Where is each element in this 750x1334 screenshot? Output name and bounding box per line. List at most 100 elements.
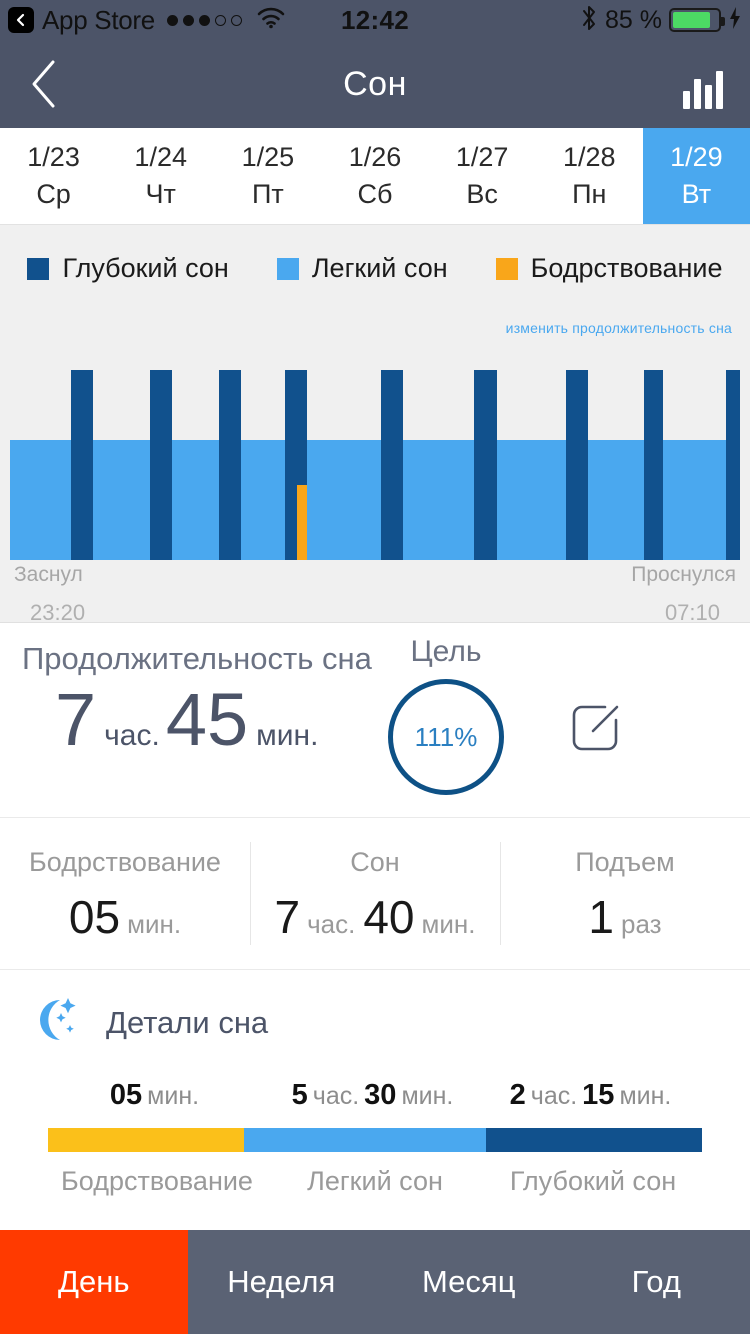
detail-value-2: 2 час. 15 мин. — [484, 1079, 702, 1112]
sleep-duration-value: 7 час. 45 мин. — [55, 683, 324, 757]
chart-axis-labels: Заснул Проснулся — [0, 563, 750, 587]
battery-icon — [669, 8, 725, 32]
date-cell-1-26[interactable]: 1/26 Сб — [321, 128, 428, 224]
goal-title: Цель — [410, 635, 482, 668]
detail-legend-label-1: Легкий сон — [307, 1166, 443, 1196]
sleep-stats-row: Бодрствование 05 мин. Сон 7 час. 40 мин. Подъем 1… — [0, 818, 750, 970]
page-title: Сон — [343, 64, 407, 103]
stat-0: Бодрствование 05 мин. — [0, 818, 250, 969]
status-bar: App Store 12:42 85 % — [0, 0, 750, 40]
stat-1: Сон 7 час. 40 мин. — [250, 818, 500, 969]
sleep-duration-block: Продолжительность сна 7 час. 45 мин. Цел… — [0, 623, 750, 818]
tab-год[interactable]: Год — [563, 1230, 750, 1334]
fell-asleep-label: Заснул — [14, 563, 83, 586]
chart-segment-легкий-сон-0 — [10, 440, 71, 560]
goal-widget: Цель 111% — [388, 635, 504, 795]
legend-label: Глубокий сон — [62, 253, 229, 283]
date-cell-1-25[interactable]: 1/25 Пт — [214, 128, 321, 224]
edit-pencil-icon[interactable] — [565, 698, 625, 763]
sleep-chart-panel: Глубокий сон Легкий сон Бодрствование изме… — [0, 225, 750, 625]
stat-label: Подъем — [575, 847, 675, 877]
weekday-label: Ср — [36, 179, 71, 209]
sleep-composition-bar — [48, 1128, 702, 1152]
chart-segment-глубокий-сон-5 — [474, 370, 497, 560]
stat-value-hours: 7 — [274, 891, 301, 943]
period-tab-bar[interactable]: День Неделя Месяц Год — [0, 1230, 750, 1334]
date-cell-1-24[interactable]: 1/24 Чт — [107, 128, 214, 224]
edit-sleep-duration-link[interactable]: изменить продолжительность сна — [506, 320, 732, 336]
weekday-label: Пт — [251, 179, 284, 209]
chart-segment-глубокий-сон-7 — [644, 370, 663, 560]
tab-день[interactable]: День — [0, 1230, 188, 1334]
detail-value-0: 05 мин. — [48, 1079, 266, 1112]
date-cell-1-27[interactable]: 1/27 Вс — [429, 128, 536, 224]
duration-minutes-unit: мин. — [256, 719, 319, 752]
composition-segment-2 — [486, 1128, 702, 1152]
chart-segment-глубокий-сон-4 — [381, 370, 403, 560]
bar-chart-icon[interactable] — [678, 59, 728, 109]
stat-unit: раз — [621, 909, 662, 939]
stat-value: 05 — [68, 891, 121, 943]
detail-minutes-unit: мин. — [401, 1082, 454, 1110]
battery-percent-label: 85 % — [605, 5, 662, 34]
legend-label: Бодрствование — [530, 253, 723, 283]
weekday-label: Сб — [357, 179, 393, 209]
composition-segment-0 — [48, 1128, 245, 1152]
crescent-moon-stars-icon — [28, 992, 84, 1053]
composition-segment-1 — [244, 1128, 487, 1152]
date-cell-1-23[interactable]: 1/23 Ср — [0, 128, 107, 224]
sleep-details-legend: Бодрствование Легкий сон Глубокий сон — [0, 1166, 750, 1197]
detail-hours-unit: час. — [312, 1082, 360, 1110]
chart-segment-легкий-сон-1 — [93, 440, 150, 560]
detail-hours: 2 — [509, 1079, 526, 1111]
date-cell-1-29[interactable]: 1/29 Вт — [642, 128, 750, 224]
stat-value: 1 — [588, 891, 615, 943]
chart-segment-глубокий-сон-8 — [726, 370, 740, 560]
legend-swatch-icon — [27, 257, 50, 280]
stat-value-minutes: 40 — [363, 891, 415, 943]
stat-value-group: 7 час. 40 мин. — [275, 894, 476, 940]
chart-segment-легкий-сон-7 — [588, 440, 644, 560]
chart-segment-легкий-сон-8 — [663, 440, 726, 560]
legend-item-2: Бодрствование — [495, 253, 723, 284]
chart-segment-легкий-сон-6 — [497, 440, 566, 560]
goal-percent-value: 111% — [414, 721, 478, 752]
date-cell-1-28[interactable]: 1/28 Пн — [536, 128, 643, 224]
tab-месяц[interactable]: Месяц — [375, 1230, 563, 1334]
detail-minutes: 05 — [109, 1079, 143, 1111]
stat-label: Сон — [350, 847, 400, 877]
weekday-label: Пн — [572, 179, 607, 209]
stat-label: Бодрствование — [29, 847, 221, 877]
chart-segment-глубокий-сон-1 — [150, 370, 172, 560]
status-bar-right: 85 % — [580, 4, 742, 37]
chart-segment-бодрствование-0 — [297, 485, 307, 560]
lightning-bolt-icon — [728, 6, 742, 35]
bluetooth-icon — [580, 4, 598, 37]
date-label: 1/25 — [241, 142, 295, 172]
detail-minutes: 30 — [364, 1079, 397, 1111]
chart-legend: Глубокий сон Легкий сон Бодрствование — [0, 225, 750, 284]
legend-label: Легкий сон — [311, 253, 448, 283]
duration-hours-unit: час. — [104, 719, 160, 752]
chart-segment-глубокий-сон-6 — [566, 370, 588, 560]
weekday-label: Чт — [145, 179, 176, 209]
stat-2: Подъем 1 раз — [500, 818, 750, 969]
chart-segment-глубокий-сон-2 — [219, 370, 241, 560]
sleep-duration-title: Продолжительность сна — [22, 641, 372, 676]
stat-unit-hours: час. — [307, 909, 356, 939]
stat-value-group: 05 мин. — [69, 894, 181, 940]
legend-item-1: Легкий сон — [276, 253, 448, 284]
legend-swatch-icon — [495, 257, 518, 280]
date-label: 1/23 — [27, 142, 80, 172]
chart-segment-легкий-сон-2 — [172, 440, 219, 560]
detail-value-1: 5 час. 30 мин. — [266, 1079, 484, 1112]
date-label: 1/24 — [134, 142, 187, 172]
date-selector[interactable]: 1/23 Ср 1/24 Чт 1/25 Пт 1/26 Сб 1/27 Вс 1/28 Пн 1/29… — [0, 128, 750, 225]
tab-неделя[interactable]: Неделя — [188, 1230, 376, 1334]
app-root: App Store 12:42 85 % Сон 1/23 Ср 1/24 Чт… — [0, 0, 750, 1334]
date-label: 1/26 — [348, 142, 402, 172]
duration-hours: 7 — [55, 678, 97, 761]
date-label: 1/27 — [455, 142, 509, 172]
chart-segment-легкий-сон-4 — [307, 440, 381, 560]
sleep-details-header: Детали сна — [0, 970, 750, 1053]
